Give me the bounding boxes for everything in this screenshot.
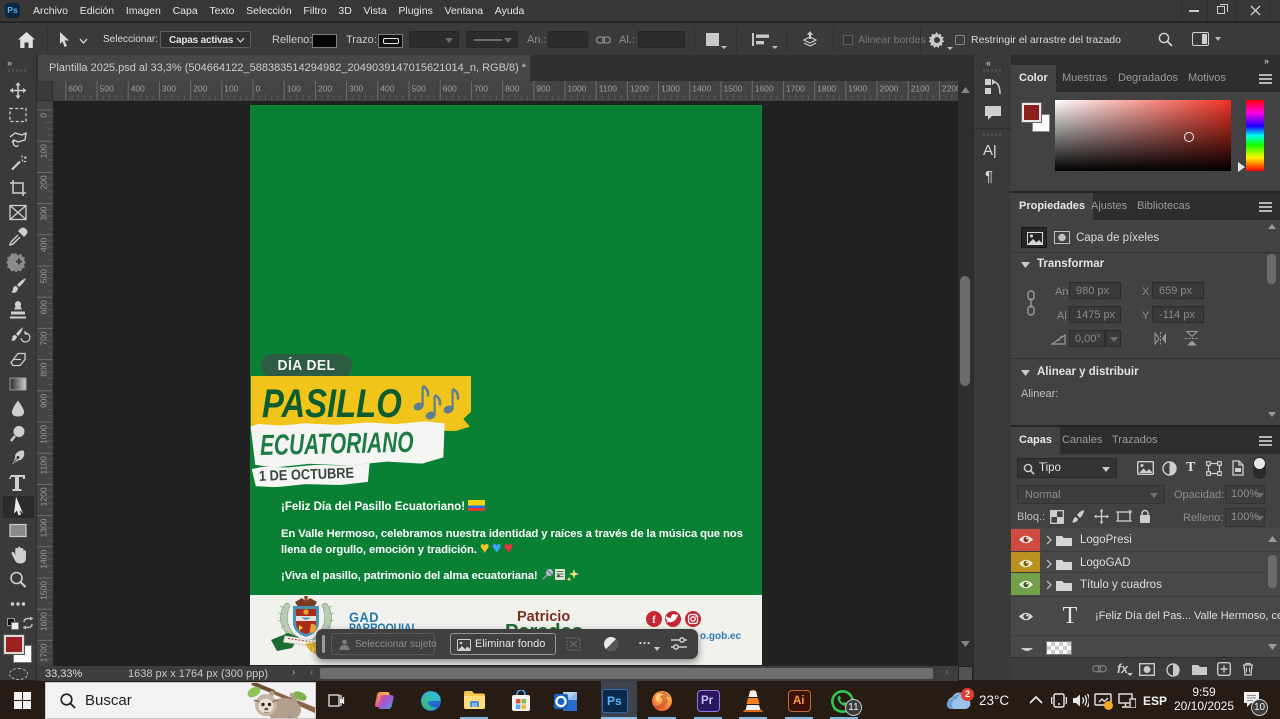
svg-text:400: 400 <box>131 84 145 94</box>
svg-text:1600: 1600 <box>39 612 49 631</box>
svg-text:1400: 1400 <box>692 84 711 94</box>
svg-text:1500: 1500 <box>39 581 49 600</box>
svg-text:200: 200 <box>193 84 207 94</box>
svg-text:900: 900 <box>536 84 550 94</box>
svg-text:0: 0 <box>39 113 49 118</box>
svg-text:1000: 1000 <box>39 425 49 444</box>
svg-text:500: 500 <box>100 84 114 94</box>
svg-text:1500: 1500 <box>724 84 743 94</box>
svg-text:300: 300 <box>162 84 176 94</box>
svg-text:100: 100 <box>224 84 238 94</box>
svg-text:600: 600 <box>443 84 457 94</box>
svg-text:900: 900 <box>39 394 49 408</box>
svg-text:600: 600 <box>39 300 49 314</box>
svg-text:200: 200 <box>39 175 49 189</box>
svg-text:1100: 1100 <box>39 456 49 475</box>
svg-text:f: f <box>652 614 656 626</box>
svg-text:300: 300 <box>39 206 49 220</box>
svg-text:1300: 1300 <box>661 84 680 94</box>
svg-text:1200: 1200 <box>630 84 649 94</box>
svg-text:100: 100 <box>39 144 49 158</box>
svg-text:1900: 1900 <box>848 84 867 94</box>
svg-text:1600: 1600 <box>755 84 774 94</box>
svg-text:100: 100 <box>287 84 301 94</box>
svg-text:2000: 2000 <box>880 84 899 94</box>
svg-text:500: 500 <box>412 84 426 94</box>
svg-text:500: 500 <box>39 269 49 283</box>
svg-text:200: 200 <box>318 84 332 94</box>
svg-text:1200: 1200 <box>39 487 49 506</box>
svg-text:800: 800 <box>505 84 519 94</box>
svg-text:700: 700 <box>474 84 488 94</box>
svg-text:1300: 1300 <box>39 518 49 537</box>
svg-text:1400: 1400 <box>39 550 49 569</box>
svg-text:400: 400 <box>380 84 394 94</box>
svg-text:0: 0 <box>256 84 261 94</box>
svg-text:2200: 2200 <box>942 84 958 94</box>
svg-text:800: 800 <box>39 362 49 376</box>
svg-text:300: 300 <box>349 84 363 94</box>
svg-text:600: 600 <box>68 84 82 94</box>
svg-text:1700: 1700 <box>39 643 49 662</box>
svg-text:700: 700 <box>39 331 49 345</box>
svg-text:400: 400 <box>39 238 49 252</box>
svg-text:1800: 1800 <box>817 84 836 94</box>
svg-text:1000: 1000 <box>568 84 587 94</box>
svg-text:1100: 1100 <box>599 84 618 94</box>
svg-text:2100: 2100 <box>911 84 930 94</box>
svg-text:1700: 1700 <box>786 84 805 94</box>
